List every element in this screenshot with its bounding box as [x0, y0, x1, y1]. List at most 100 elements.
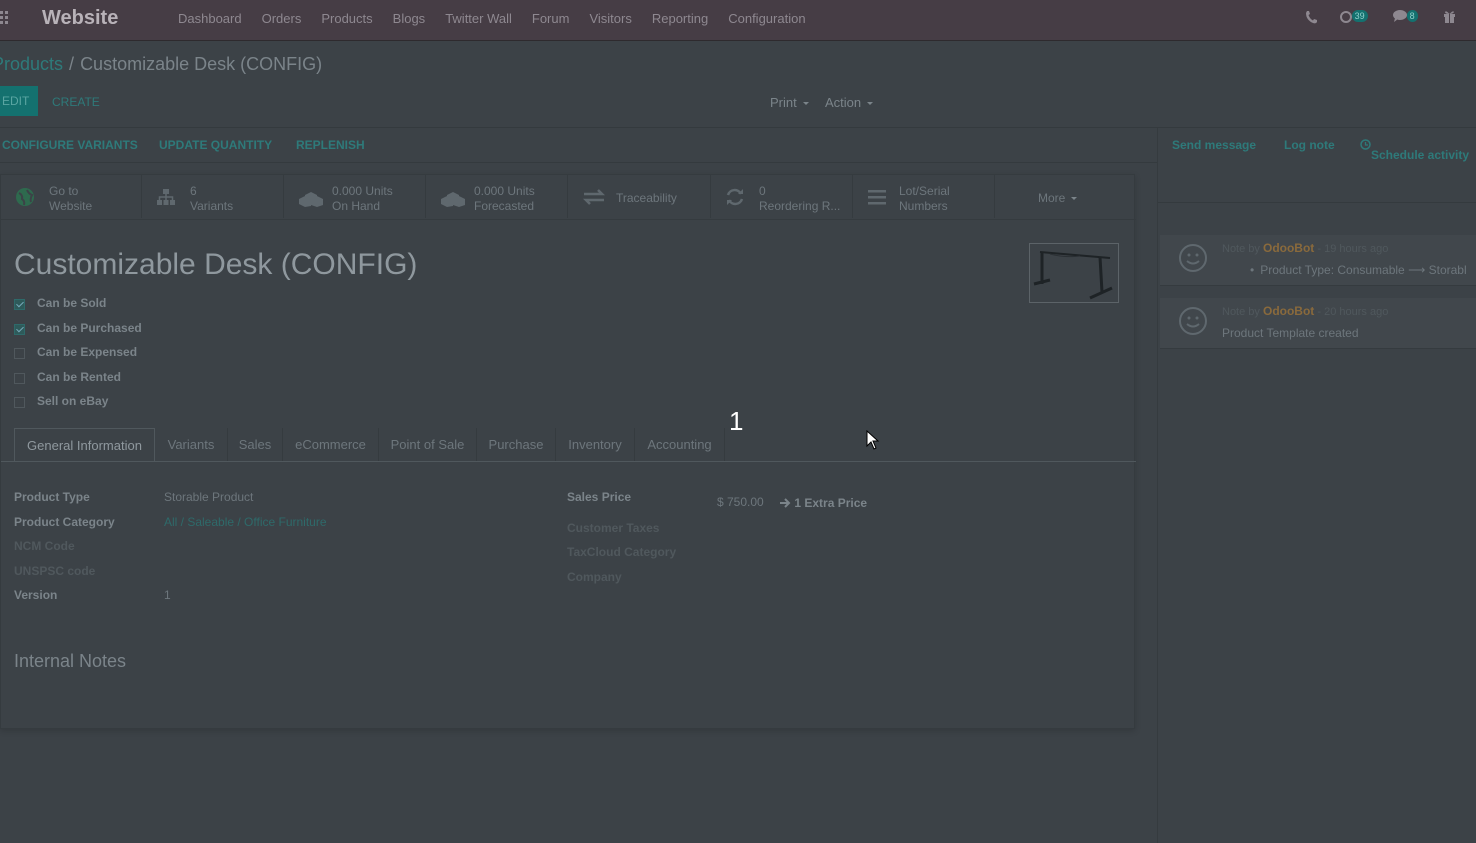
tab-purchase[interactable]: Purchase [477, 428, 556, 462]
can-be-rented-label: Can be Rented [37, 370, 122, 384]
ncm-code-label: NCM Code [14, 539, 75, 553]
smart-button-website-line2: Website [49, 199, 93, 213]
gift-icon[interactable] [1443, 10, 1456, 26]
chatter-message: Note by OdooBot - 20 hours ago Product T… [1160, 298, 1476, 349]
version-label: Version [14, 588, 58, 602]
extra-price-label: 1 Extra Price [794, 496, 868, 510]
extra-price-button[interactable]: 1 Extra Price [780, 496, 867, 510]
sell-on-ebay-label: Sell on eBay [37, 394, 109, 408]
bars-icon [868, 190, 886, 205]
cubes-icon [299, 192, 323, 207]
smart-button-variants[interactable]: 6 Variants [142, 175, 284, 218]
product-name: Customizable Desk (CONFIG) [14, 248, 418, 281]
refresh-icon [726, 188, 744, 206]
activity-badge: 39 [1351, 10, 1368, 22]
globe-icon [16, 188, 34, 206]
activity-icon[interactable]: 39 [1340, 10, 1368, 26]
message-prefix: Note by [1222, 243, 1260, 255]
tab-accounting[interactable]: Accounting [635, 428, 725, 462]
smart-button-variants-count: 6 [190, 184, 197, 198]
create-button[interactable]: CREATE [52, 95, 100, 109]
tab-general-information[interactable]: General Information [14, 428, 155, 462]
smart-button-website[interactable]: Go to Website [1, 175, 142, 218]
product-type-label: Product Type [14, 490, 90, 504]
cubes-icon [441, 192, 465, 207]
breadcrumb-current: Customizable Desk (CONFIG) [80, 54, 323, 74]
message-prefix: Note by [1222, 306, 1260, 318]
can-be-rented-checkbox[interactable] [14, 373, 25, 384]
reordering-count: 0 [759, 184, 766, 198]
print-caret-icon [802, 102, 809, 106]
smart-button-forecasted[interactable]: 0.000 Units Forecasted [426, 175, 568, 218]
can-be-sold-checkbox[interactable] [14, 299, 25, 310]
send-message-button[interactable]: Send message [1172, 138, 1256, 152]
action-label: Action [825, 95, 862, 110]
print-label: Print [770, 95, 797, 110]
can-be-purchased-label: Can be Purchased [37, 321, 142, 335]
forecasted-label: Forecasted [474, 199, 535, 213]
reordering-label: Reordering R... [759, 199, 841, 213]
tab-point-of-sale[interactable]: Point of Sale [379, 428, 477, 462]
breadcrumb-products-link[interactable]: Products [0, 54, 63, 74]
clock-icon [1360, 139, 1371, 150]
smart-buttons-bar: Go to Website 6 Variants 0.000 Units On Han… [1, 175, 1136, 220]
smart-button-on-hand[interactable]: 0.000 Units On Hand [284, 175, 426, 218]
can-be-sold-label: Can be Sold [37, 296, 107, 310]
smart-button-lot-serial[interactable]: Lot/Serial Numbers [853, 175, 995, 218]
breadcrumb: Products /Customizable Desk (CONFIG) [0, 54, 322, 75]
schedule-activity-label: Schedule activity [1371, 148, 1470, 162]
desk-image [1033, 251, 1113, 300]
message-time: - 19 hours ago [1317, 243, 1389, 255]
smart-button-variants-label: Variants [190, 199, 234, 213]
phone-icon[interactable] [1305, 10, 1317, 27]
tab-variants[interactable]: Variants [155, 428, 228, 462]
tour-step-number: 1 [729, 406, 744, 436]
configure-variants-button[interactable]: CONFIGURE VARIANTS [2, 138, 138, 152]
smart-button-reordering[interactable]: 0 Reordering R... [711, 175, 853, 218]
messaging-badge: 8 [1406, 10, 1418, 22]
action-dropdown[interactable]: Action [825, 95, 874, 110]
message-author[interactable]: OdooBot [1263, 304, 1314, 318]
chatter-panel: Send message Log note Schedule activity … [1157, 128, 1476, 843]
update-quantity-button[interactable]: UPDATE QUANTITY [159, 138, 272, 152]
smart-button-more[interactable]: More [995, 175, 1136, 218]
form-statusbar: CONFIGURE VARIANTS UPDATE QUANTITY REPLE… [0, 128, 1157, 163]
edit-button[interactable]: EDIT [0, 86, 38, 116]
smart-button-website-line1: Go to [49, 184, 79, 198]
unspsc-code-label: UNSPSC code [14, 564, 96, 578]
top-navbar: Website Dashboard Orders Products Blogs … [0, 0, 1476, 41]
product-category-label: Product Category [14, 515, 115, 529]
tab-ecommerce[interactable]: eCommerce [283, 428, 379, 462]
more-label: More [1038, 191, 1066, 205]
on-hand-label: On Hand [332, 199, 381, 213]
caret-down-icon [1071, 197, 1078, 201]
can-be-purchased-checkbox[interactable] [14, 324, 25, 335]
sitemap-icon [157, 189, 175, 205]
product-type-value[interactable]: Storable Product [164, 490, 253, 504]
sell-on-ebay-checkbox[interactable] [14, 397, 25, 408]
product-image[interactable] [1029, 243, 1119, 303]
tabs-underline [1, 461, 1136, 462]
product-category-link[interactable]: All / Saleable / Office Furniture [164, 515, 327, 529]
replenish-button[interactable]: REPLENISH [296, 138, 365, 152]
on-hand-quantity: 0.000 Units [332, 184, 393, 198]
customer-taxes-label: Customer Taxes [567, 521, 660, 535]
smart-button-traceability[interactable]: Traceability [568, 175, 711, 218]
form-sheet: Go to Website 6 Variants 0.000 Units On Han… [0, 174, 1136, 729]
message-tracking-text: Product Type: Consumable ⟶ Storabl [1260, 263, 1467, 277]
avatar [1179, 307, 1207, 335]
tab-sales[interactable]: Sales [228, 428, 283, 462]
print-dropdown[interactable]: Print [770, 95, 809, 110]
can-be-expensed-checkbox[interactable] [14, 348, 25, 359]
action-caret-icon [867, 102, 874, 106]
message-author[interactable]: OdooBot [1263, 241, 1314, 255]
lot-serial-line2: Numbers [899, 199, 948, 213]
version-value: 1 [164, 588, 171, 602]
messaging-icon[interactable]: 8 [1393, 10, 1418, 25]
schedule-activity-button[interactable]: Schedule activity [1360, 138, 1469, 162]
tab-inventory[interactable]: Inventory [556, 428, 635, 462]
breadcrumb-separator: / [69, 54, 75, 74]
systray: 39 8 [0, 0, 1476, 40]
log-note-button[interactable]: Log note [1284, 138, 1335, 152]
message-time: - 20 hours ago [1317, 306, 1389, 318]
